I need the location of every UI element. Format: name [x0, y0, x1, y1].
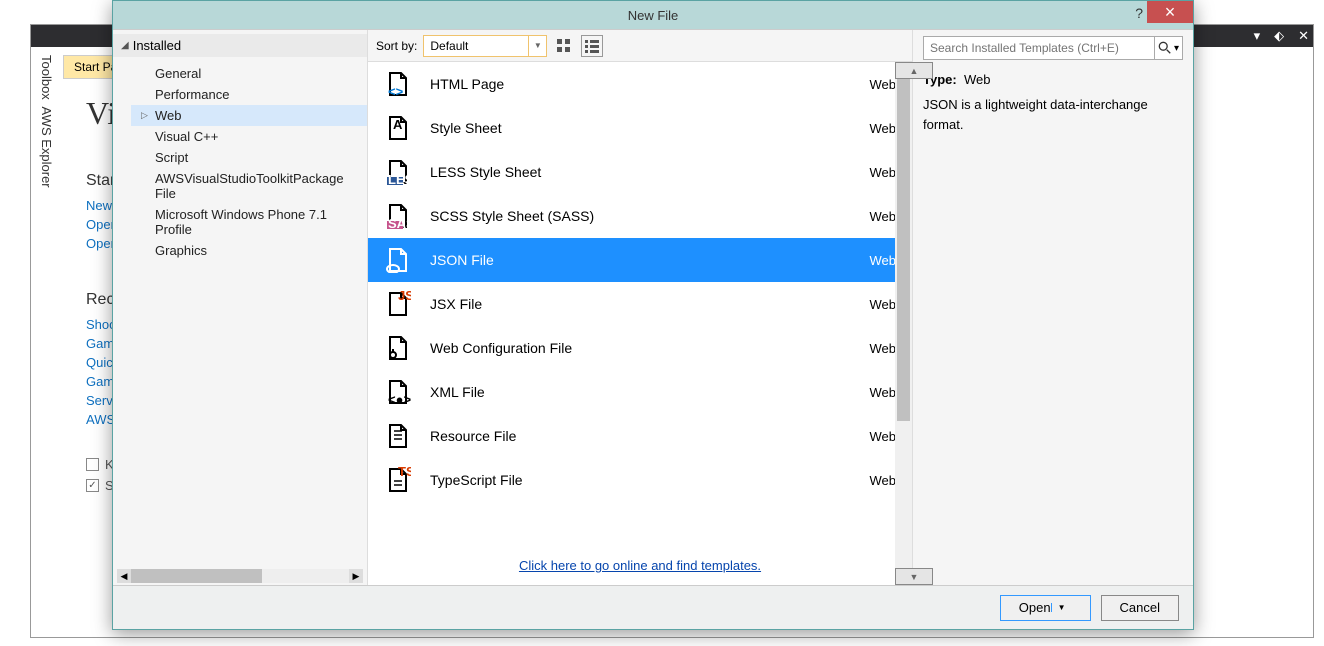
dialog-titlebar: New File ? × [113, 1, 1193, 29]
template-category: Web [870, 473, 897, 488]
online-templates-link[interactable]: Click here to go online and find templat… [519, 558, 761, 573]
template-item-resource-file[interactable]: Resource FileWeb [368, 414, 912, 458]
template-name: Resource File [430, 428, 870, 444]
template-item-html-page[interactable]: <> HTML PageWeb [368, 62, 912, 106]
template-toolbar: Sort by: Default ▼ [368, 30, 912, 62]
ts-file-icon: TS [384, 466, 412, 494]
tree-item-web[interactable]: ▷Web [131, 105, 367, 126]
template-name: Style Sheet [430, 120, 870, 136]
tree-item-visual-c-[interactable]: Visual C++ [141, 126, 367, 147]
template-name: HTML Page [430, 76, 870, 92]
bg-pin-icon[interactable]: ⬖ [1274, 28, 1284, 44]
template-item-jsx-file[interactable]: JS JSX FileWeb [368, 282, 912, 326]
template-item-json-file[interactable]: JSON FileWeb [368, 238, 912, 282]
template-item-typescript-file[interactable]: TS TypeScript FileWeb [368, 458, 912, 502]
view-list[interactable] [581, 35, 603, 57]
template-category: Web [870, 209, 897, 224]
css-file-icon: A [384, 114, 412, 142]
template-name: Web Configuration File [430, 340, 870, 356]
online-templates-link-area: Click here to go online and find templat… [368, 546, 912, 585]
xml-file-icon: <●> [384, 378, 412, 406]
config-file-icon [384, 334, 412, 362]
tree-root-installed[interactable]: ◢ Installed [113, 34, 367, 57]
template-category: Web [870, 341, 897, 356]
template-category: Web [870, 297, 897, 312]
template-scrollbar[interactable]: ▲ ▼ [895, 62, 912, 585]
tree-item-script[interactable]: Script [141, 147, 367, 168]
svg-text:LESS: LESS [388, 172, 411, 185]
dialog-button-bar: Open ▼ Cancel [113, 585, 1193, 629]
search-templates[interactable]: ▾ [923, 36, 1183, 60]
chevron-down-icon: ◢ [121, 40, 129, 51]
chevron-down-icon[interactable]: ▼ [528, 36, 546, 56]
svg-text:SASS: SASS [388, 216, 411, 229]
tree-item-general[interactable]: General [141, 63, 367, 84]
template-item-style-sheet[interactable]: A Style SheetWeb [368, 106, 912, 150]
bg-dropdown-icon[interactable]: ▾ [1254, 28, 1261, 44]
template-name: JSX File [430, 296, 870, 312]
tree-item-microsoft-windows-phone-7-1-profile[interactable]: Microsoft Windows Phone 7.1 Profile [141, 204, 367, 240]
sass-file-icon: SASS [384, 202, 412, 230]
tree-item-performance[interactable]: Performance [141, 84, 367, 105]
info-panel: ▾ Type: Web JSON is a lightweight data-i… [913, 30, 1193, 585]
template-name: TypeScript File [430, 472, 870, 488]
template-name: XML File [430, 384, 870, 400]
template-category: Web [870, 253, 897, 268]
template-category: Web [870, 77, 897, 92]
template-item-xml-file[interactable]: <●> XML FileWeb [368, 370, 912, 414]
help-icon[interactable]: ? [1135, 5, 1143, 21]
template-item-web-configuration-file[interactable]: Web Configuration FileWeb [368, 326, 912, 370]
template-category: Web [870, 429, 897, 444]
resource-file-icon [384, 422, 412, 450]
sort-by-label: Sort by: [376, 39, 417, 53]
bg-close-icon[interactable]: ✕ [1298, 28, 1309, 44]
svg-text:A: A [393, 117, 403, 132]
svg-text:JS: JS [398, 291, 411, 303]
open-dropdown-caret[interactable]: ▼ [1051, 603, 1072, 612]
dialog-title: New File [628, 8, 679, 23]
tree-item-awsvisualstudiotoolkitpackage-file[interactable]: AWSVisualStudioToolkitPackage File [141, 168, 367, 204]
template-category: Web [870, 121, 897, 136]
template-name: LESS Style Sheet [430, 164, 870, 180]
new-file-dialog: New File ? × ◢ Installed GeneralPerforma… [112, 0, 1194, 630]
template-category: Web [870, 385, 897, 400]
open-button[interactable]: Open ▼ [1000, 595, 1091, 621]
template-item-less-style-sheet[interactable]: LESS LESS Style SheetWeb [368, 150, 912, 194]
template-item-scss-style-sheet-sass-[interactable]: SASS SCSS Style Sheet (SASS)Web [368, 194, 912, 238]
category-tree-panel: ◢ Installed GeneralPerformance▷WebVisual… [113, 30, 368, 585]
svg-text:<>: <> [388, 84, 404, 97]
template-name: JSON File [430, 252, 870, 268]
json-file-icon [384, 246, 412, 274]
svg-text:<●>: <●> [388, 392, 411, 405]
tree-item-graphics[interactable]: Graphics [141, 240, 367, 261]
search-input[interactable] [924, 41, 1154, 55]
view-large-icons[interactable] [553, 35, 575, 57]
template-list-panel: Sort by: Default ▼ <>HTML PageWebAStyle … [368, 30, 913, 585]
sort-by-dropdown[interactable]: Default ▼ [423, 35, 547, 57]
jsx-file-icon: JS [384, 290, 412, 318]
less-file-icon: LESS [384, 158, 412, 186]
search-icon[interactable]: ▾ [1154, 37, 1182, 59]
template-type: Type: Web [923, 72, 1183, 87]
template-name: SCSS Style Sheet (SASS) [430, 208, 870, 224]
svg-text:TS: TS [398, 467, 411, 479]
bg-vertical-tabs[interactable]: Toolbox AWS Explorer [39, 55, 54, 188]
html-file-icon: <> [384, 70, 412, 98]
template-category: Web [870, 165, 897, 180]
tree-hscrollbar[interactable]: ◀▶ [113, 567, 367, 585]
close-button[interactable]: × [1147, 1, 1193, 23]
cancel-button[interactable]: Cancel [1101, 595, 1179, 621]
template-description: JSON is a lightweight data-interchange f… [923, 95, 1183, 134]
